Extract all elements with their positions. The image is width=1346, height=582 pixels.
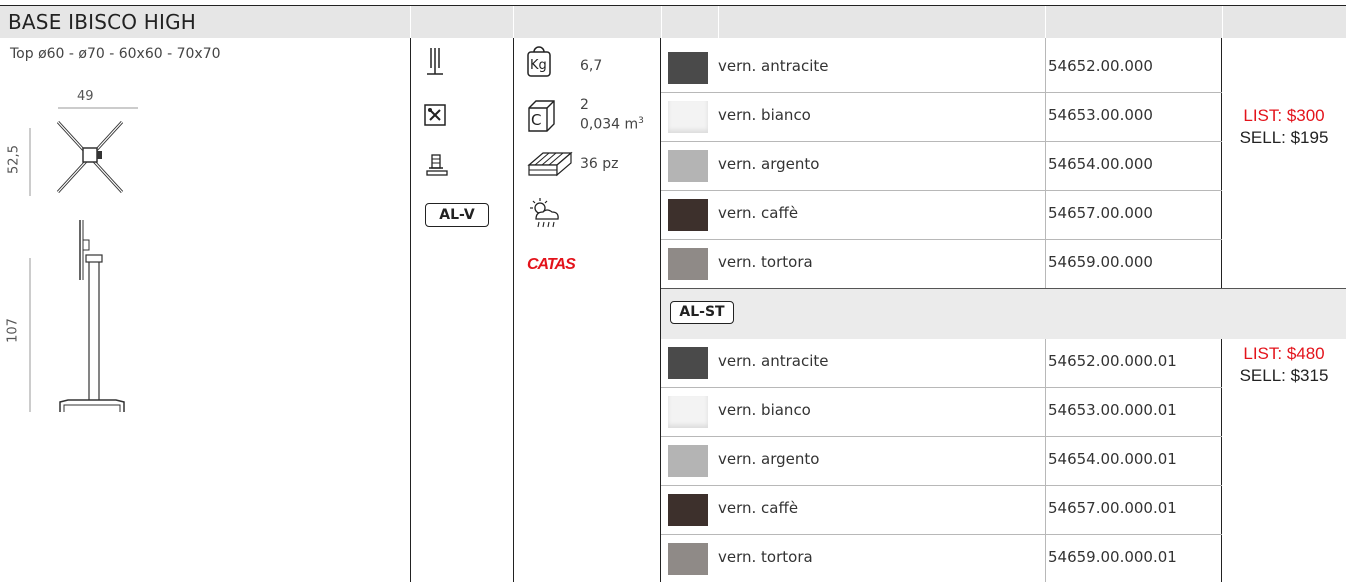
header-divider [410,6,411,38]
header-divider [1222,6,1223,38]
finish-name: vern. argento [718,155,820,173]
finish-name: vern. antracite [718,57,829,75]
weight-unit: Kg [530,58,547,73]
color-swatch [668,101,708,133]
product-code: 54652.00.000 [1048,57,1153,75]
base-technical-drawing [29,107,138,412]
color-swatch [668,396,708,428]
color-swatch [668,543,708,575]
list-price: LIST: $300 [1243,106,1325,125]
color-swatch [668,199,708,231]
color-swatch [668,494,708,526]
product-code: 54657.00.000.01 [1048,499,1177,517]
header-divider [513,6,514,38]
column-divider [513,38,514,582]
finish-row: vern. argento 54654.00.000 [660,141,1222,190]
volume-value: 0,034 m3 [580,114,644,133]
product-code: 54659.00.000 [1048,253,1153,271]
height-dimension: 107 [5,318,21,343]
finish-row: vern. bianco 54653.00.000 [660,92,1222,141]
width-dimension: 49 [77,89,94,104]
page-title: BASE IBISCO HIGH [8,10,197,34]
list-price: LIST: $480 [1243,344,1325,363]
header-divider [661,6,662,38]
product-code: 54653.00.000.01 [1048,401,1177,419]
finish-row: vern. antracite 54652.00.000.01 [660,338,1222,387]
finish-row: vern. tortora 54659.00.000 [660,239,1222,288]
package-box-letter: C [531,111,542,129]
assembly-tools-icon [424,104,446,126]
finish-row: vern. antracite 54652.00.000 [660,43,1222,92]
depth-dimension: 52,5 [6,145,22,174]
finish-name: vern. bianco [718,401,811,419]
al-v-price: LIST: $300 SELL: $195 [1222,105,1346,149]
packages-count: 2 [580,97,589,113]
sell-price: SELL: $315 [1239,366,1329,385]
top-sizes-label: Top ø60 - ø70 - 60x60 - 70x70 [10,46,221,62]
color-swatch [668,52,708,84]
finish-name: vern. antracite [718,352,829,370]
volume-number: 0,034 m [580,116,639,133]
finish-name: vern. tortora [718,253,813,271]
product-code: 54654.00.000 [1048,155,1153,173]
folding-top-icon [427,48,443,75]
column-divider [410,38,411,582]
title-bar: BASE IBISCO HIGH [0,5,1346,38]
volume-exponent: 3 [638,116,644,126]
pallet-icon [527,151,573,177]
finish-name: vern. argento [718,450,820,468]
sell-price: SELL: $195 [1239,128,1329,147]
material-badge: AL-V [425,203,489,227]
stackable-base-icon [426,154,448,176]
product-code: 54654.00.000.01 [1048,450,1177,468]
color-swatch [668,445,708,477]
finish-row: vern. bianco 54653.00.000.01 [660,387,1222,436]
color-swatch [668,347,708,379]
finish-name: vern. bianco [718,106,811,124]
product-code: 54652.00.000.01 [1048,352,1177,370]
product-code: 54653.00.000 [1048,106,1153,124]
al-st-price: LIST: $480 SELL: $315 [1222,343,1346,387]
color-swatch [668,150,708,182]
header-divider [718,6,719,38]
finish-name: vern. caffè [718,499,799,517]
al-st-header [661,289,1346,339]
product-code: 54659.00.000.01 [1048,548,1177,566]
weight-value: 6,7 [580,58,603,74]
color-swatch [668,248,708,280]
outdoor-weather-icon [530,198,559,228]
finish-row: vern. argento 54654.00.000.01 [660,436,1222,485]
finish-name: vern. caffè [718,204,799,222]
product-code: 54657.00.000 [1048,204,1153,222]
al-st-badge: AL-ST [670,301,734,324]
finish-row: vern. caffè 54657.00.000 [660,190,1222,239]
finish-name: vern. tortora [718,548,813,566]
catas-certification-logo: CATAS [527,256,576,273]
finish-row: vern. tortora 54659.00.000.01 [660,534,1222,582]
pallet-quantity: 36 pz [580,156,619,172]
header-divider [1045,6,1046,38]
finish-row: vern. caffè 54657.00.000.01 [660,485,1222,534]
